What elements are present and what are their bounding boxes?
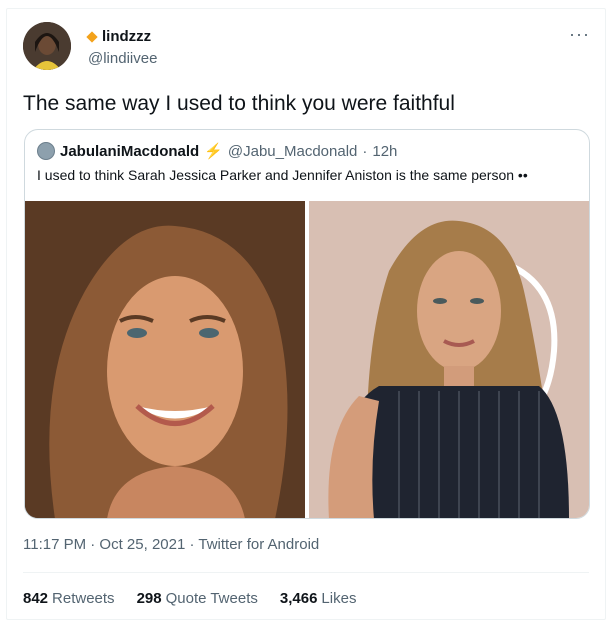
likes-count: 3,466 [279,590,318,607]
retweets-stat[interactable]: 842 Retweets [23,590,115,607]
quotes-label: Quote Tweets [165,590,258,607]
quoted-tweet[interactable]: JabulaniMacdonald ⚡ @Jabu_Macdonald · 12… [24,129,590,519]
engagement-stats: 842 Retweets 298 Quote Tweets 3,466 Likes [23,590,356,607]
quotes-count: 298 [136,590,162,607]
likes-label: Likes [321,590,357,607]
user-handle[interactable]: @lindiivee [88,50,157,67]
photo-right[interactable] [309,201,589,518]
separator: · [362,142,368,160]
quoted-text: I used to think Sarah Jessica Parker and… [37,167,528,183]
quoted-media [25,201,589,518]
quoted-handle[interactable]: @Jabu_Macdonald [228,143,357,160]
retweets-count: 842 [23,590,49,607]
divider [23,572,589,573]
more-options-icon[interactable]: ··· [569,24,590,45]
lightning-icon: ⚡ [204,143,223,160]
quoted-display-name[interactable]: JabulaniMacdonald [60,143,199,160]
quoted-avatar[interactable] [37,142,55,160]
diamond-icon [86,30,98,43]
quote-tweets-stat[interactable]: 298 Quote Tweets [137,590,258,607]
quoted-header: JabulaniMacdonald ⚡ @Jabu_Macdonald · 12… [37,142,397,160]
display-name[interactable]: lindzzz [102,28,151,45]
retweets-label: Retweets [52,590,115,607]
avatar[interactable] [23,22,71,70]
display-name-row[interactable]: lindzzz [86,28,151,45]
likes-stat[interactable]: 3,466 Likes [280,590,357,607]
quoted-age[interactable]: 12h [372,143,397,160]
photo-left[interactable] [25,201,305,518]
tweet-timestamp[interactable]: 11:17 PM · Oct 25, 2021 · Twitter for An… [23,536,319,553]
tweet-text: The same way I used to think you were fa… [23,92,455,115]
